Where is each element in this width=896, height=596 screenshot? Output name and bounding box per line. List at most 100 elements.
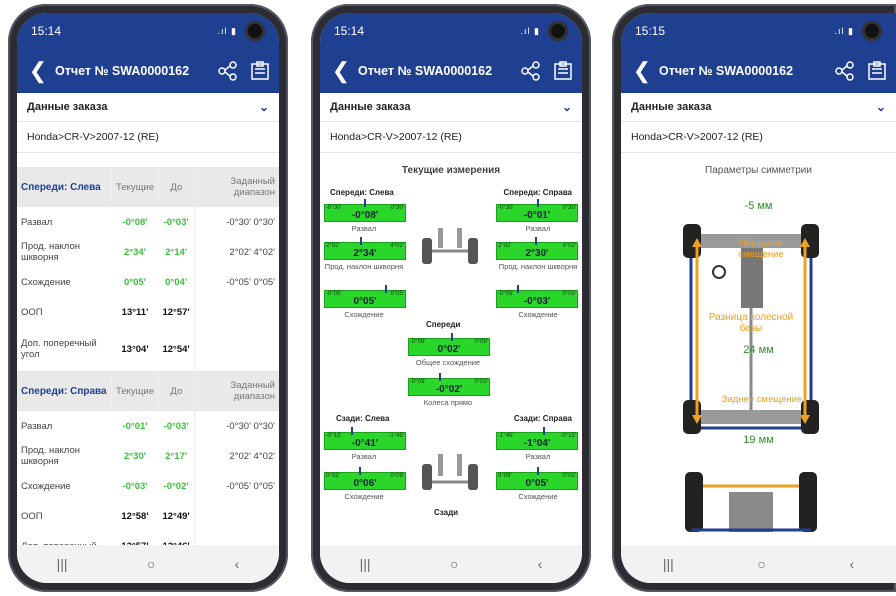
- report-icon[interactable]: [552, 60, 574, 82]
- rl-camber-label: Развал: [351, 452, 377, 461]
- gauge-pointer: [364, 199, 366, 207]
- rr-toe-label: Схождение: [518, 492, 558, 501]
- rl-toe-gauge: 0°02' 0°09' 0°06': [324, 467, 406, 490]
- phone-2: 15:14 .ıl ▮ ❮ Отчет № SWA0000162 Данные …: [311, 4, 591, 592]
- table-header-row: Спереди: Слева Текущие До Заданный диапазон: [17, 167, 279, 207]
- camera-icon: [862, 21, 882, 41]
- system-nav-bar: ||| ○ ‹: [17, 545, 279, 583]
- col-before: До: [157, 167, 195, 207]
- table-row: Схождение -0°03' -0°02' -0°05' 0°05': [17, 471, 279, 501]
- gauge-pointer: [451, 333, 453, 341]
- gauge-value: -0°03': [523, 296, 551, 307]
- report-title: Отчет № SWA0000162: [55, 64, 190, 78]
- order-data-label: Данные заказа: [631, 101, 712, 113]
- front-axle-icon: [422, 228, 478, 264]
- gauge-value: 0°06': [353, 478, 377, 489]
- camera-icon: [548, 21, 568, 41]
- gauge-min: 2°02': [326, 243, 340, 249]
- row-current: 12°57': [112, 531, 159, 546]
- table-row: ООП 12°58' 12°49': [17, 501, 279, 531]
- row-before: -0°02': [163, 480, 189, 492]
- gauge-pointer: [517, 285, 519, 293]
- status-bar: 15:15 .ıl ▮: [621, 13, 896, 49]
- rr-camber-label: Развал: [525, 452, 551, 461]
- system-nav-bar: ||| ○ ‹: [621, 545, 896, 583]
- front-header: Спереди: [426, 320, 461, 329]
- app-bar: ❮ Отчет № SWA0000162: [320, 49, 582, 93]
- col-current: Текущие: [111, 167, 159, 207]
- row-current: -0°03': [122, 480, 148, 492]
- gauge-value: 2°34': [353, 248, 377, 259]
- rear-offset-label: Заднее смещение: [721, 394, 803, 405]
- screen-2: 15:14 .ıl ▮ ❮ Отчет № SWA0000162 Данные …: [320, 13, 582, 583]
- report-icon[interactable]: [249, 60, 271, 82]
- group-name: Спереди: Справа: [17, 371, 112, 411]
- order-data-header[interactable]: Данные заказа ⌄: [320, 93, 582, 121]
- back-arrow-icon[interactable]: ❮: [25, 58, 51, 84]
- col-current: Текущие: [111, 371, 159, 411]
- signal-icon: .ıl ▮: [217, 25, 237, 36]
- app-bar: ❮ Отчет № SWA0000162: [17, 49, 279, 93]
- back-button[interactable]: ‹: [538, 556, 543, 572]
- gauge-pointer: [537, 467, 539, 475]
- recent-apps-button[interactable]: |||: [360, 556, 371, 572]
- vehicle-line: Honda>CR-V>2007-12 (RE): [17, 121, 279, 153]
- fr-caster-label: Прод. наклон шкворня: [498, 262, 578, 271]
- share-icon[interactable]: [217, 60, 239, 82]
- recent-apps-button[interactable]: |||: [663, 556, 674, 572]
- row-before: 12°54': [162, 343, 190, 355]
- gauge-max: 0°09': [474, 339, 488, 345]
- share-icon[interactable]: [520, 60, 542, 82]
- back-arrow-icon[interactable]: ❮: [328, 58, 354, 84]
- gauge-value: -0°41': [351, 438, 379, 449]
- row-range: -0°30' 0°30': [193, 207, 279, 237]
- gauge-min: -0°03': [410, 379, 426, 385]
- rr-camber-gauge: -1°45' -0°15' -1°04': [496, 427, 578, 450]
- thrust-gauge: -0°03' 0°03' -0°02': [408, 373, 490, 396]
- row-range: [193, 501, 279, 531]
- home-button[interactable]: ○: [757, 556, 765, 572]
- rear-header: Сзади: [434, 508, 459, 517]
- order-data-header[interactable]: Данные заказа ⌄: [621, 93, 896, 121]
- gauge-value: 2°30': [525, 248, 549, 259]
- back-button[interactable]: ‹: [235, 556, 240, 572]
- vehicle-line: Honda>CR-V>2007-12 (RE): [320, 121, 582, 153]
- recent-apps-button[interactable]: |||: [57, 556, 68, 572]
- row-range: 2°02' 4°02': [193, 441, 279, 471]
- col-range: Заданный диапазон: [193, 167, 279, 207]
- gauge-min: -0°05': [326, 291, 342, 297]
- chevron-down-icon[interactable]: ⌄: [562, 100, 572, 114]
- gauge-max: 0°05': [390, 291, 404, 297]
- fl-caster-gauge: 2°02' 4°02' 2°34': [324, 237, 406, 260]
- status-bar: 15:14 .ıl ▮: [320, 13, 582, 49]
- row-current: -0°08': [122, 216, 148, 228]
- front-left-header: Спереди: Слева: [330, 188, 394, 197]
- row-label: Схождение: [21, 276, 71, 288]
- row-label: ООП: [21, 510, 43, 522]
- chevron-down-icon[interactable]: ⌄: [259, 100, 269, 114]
- row-before: 12°57': [162, 306, 190, 318]
- report-icon[interactable]: [866, 60, 888, 82]
- gauge-pointer: [537, 199, 539, 207]
- chevron-down-icon[interactable]: ⌄: [876, 100, 886, 114]
- row-label: Доп. поперечный угол: [21, 338, 97, 360]
- row-current: 2°30': [124, 450, 146, 462]
- front-offset-label: Переднее смещение: [738, 238, 784, 260]
- home-button[interactable]: ○: [147, 556, 155, 572]
- gauge-pointer: [351, 427, 353, 435]
- row-label: ООП: [21, 306, 43, 318]
- back-arrow-icon[interactable]: ❮: [629, 58, 655, 84]
- wheelbase-diff-label: Разница колесной базы: [708, 312, 794, 334]
- fl-camber-gauge: -0°30' 0°30' -0°08': [324, 199, 406, 222]
- table-row: Развал -0°08' -0°03' -0°30' 0°30': [17, 207, 279, 237]
- order-data-header[interactable]: Данные заказа ⌄: [17, 93, 279, 121]
- front-offset-value: -5 мм: [744, 200, 773, 212]
- rl-toe-label: Схождение: [344, 492, 384, 501]
- share-icon[interactable]: [834, 60, 856, 82]
- status-time: 15:14: [31, 24, 62, 38]
- row-before: 2°17': [165, 450, 188, 462]
- rear-offset-value: 19 мм: [743, 434, 774, 446]
- home-button[interactable]: ○: [450, 556, 458, 572]
- row-label: Развал: [21, 216, 53, 228]
- back-button[interactable]: ‹: [849, 556, 854, 572]
